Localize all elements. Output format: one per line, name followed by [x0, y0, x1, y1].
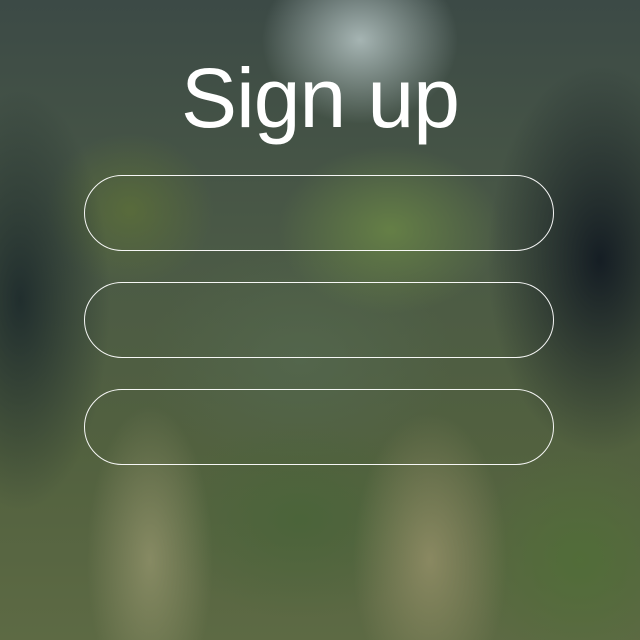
signup-field-2[interactable]: [84, 282, 554, 358]
signup-field-1[interactable]: [84, 175, 554, 251]
page-title: Sign up: [181, 51, 460, 145]
signup-field-3[interactable]: [84, 389, 554, 465]
